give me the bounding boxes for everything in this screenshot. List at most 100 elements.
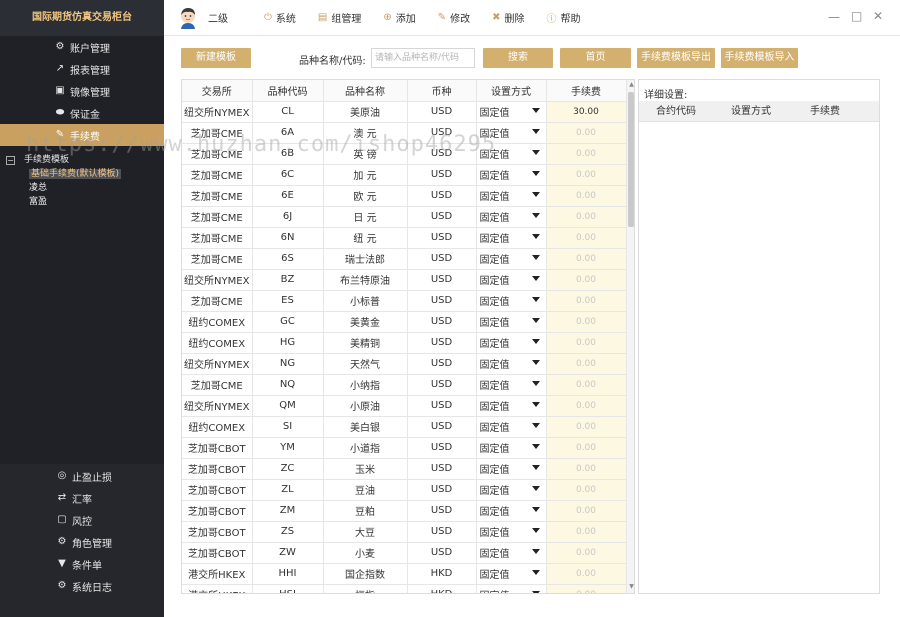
mode-select[interactable]: 固定值: [476, 437, 547, 459]
fee-input[interactable]: 0.00: [546, 542, 627, 564]
minimize-icon[interactable]: —: [828, 10, 840, 24]
fee-input[interactable]: 0.00: [546, 479, 627, 501]
dropdown-arrow-icon[interactable]: [531, 212, 540, 218]
export-template-button[interactable]: 手续费模板导出: [637, 48, 715, 68]
mode-select[interactable]: 固定值: [476, 206, 547, 228]
mode-select[interactable]: 固定值: [476, 143, 547, 165]
mode-select[interactable]: 固定值: [476, 185, 547, 207]
mode-select[interactable]: 固定值: [476, 332, 547, 354]
sidebar-item-margin[interactable]: ⬬ 保证金: [0, 102, 164, 124]
dropdown-arrow-icon[interactable]: [531, 590, 540, 593]
sidebar-item-exchange-rate[interactable]: ⇄ 汇率: [0, 487, 164, 509]
fee-input[interactable]: 0.00: [546, 311, 627, 333]
mode-select[interactable]: 固定值: [476, 101, 547, 123]
mode-select[interactable]: 固定值: [476, 269, 547, 291]
table-row[interactable]: 芝加哥CME 6A 澳 元 USD 固定值 0.00: [182, 122, 627, 144]
dropdown-arrow-icon[interactable]: [531, 149, 540, 155]
table-row[interactable]: 纽约COMEX GC 美黄金 USD 固定值 0.00: [182, 311, 627, 333]
table-row[interactable]: 芝加哥CME 6S 瑞士法郎 USD 固定值 0.00: [182, 248, 627, 270]
fee-input[interactable]: 0.00: [546, 122, 627, 144]
dropdown-arrow-icon[interactable]: [531, 548, 540, 554]
mode-select[interactable]: 固定值: [476, 248, 547, 270]
new-template-button[interactable]: 新建模板: [181, 48, 251, 68]
avatar[interactable]: [178, 7, 198, 29]
fee-input[interactable]: 0.00: [546, 164, 627, 186]
mode-select[interactable]: 固定值: [476, 395, 547, 417]
table-row[interactable]: 芝加哥CME 6B 英 镑 USD 固定值 0.00: [182, 143, 627, 165]
sidebar-item-log[interactable]: ⚙ 系统日志: [0, 575, 164, 597]
import-template-button[interactable]: 手续费模板导入: [721, 48, 798, 68]
dropdown-arrow-icon[interactable]: [531, 170, 540, 176]
scroll-up-icon[interactable]: ▲: [628, 81, 634, 89]
sidebar-item-report[interactable]: ↗ 报表管理: [0, 58, 164, 80]
table-row[interactable]: 芝加哥CBOT ZS 大豆 USD 固定值 0.00: [182, 521, 627, 543]
column-header[interactable]: 手续费: [546, 80, 627, 102]
dropdown-arrow-icon[interactable]: [531, 191, 540, 197]
mode-select[interactable]: 固定值: [476, 227, 547, 249]
collapse-icon[interactable]: −: [6, 155, 15, 165]
tree-item-template[interactable]: 凌总: [0, 181, 164, 195]
fee-input[interactable]: 0.00: [546, 374, 627, 396]
mode-select[interactable]: 固定值: [476, 311, 547, 333]
fee-input[interactable]: 30.00: [546, 101, 627, 123]
dropdown-arrow-icon[interactable]: [531, 254, 540, 260]
fee-input[interactable]: 0.00: [546, 458, 627, 480]
table-scrollbar[interactable]: ▲ ▼: [626, 80, 634, 593]
table-row[interactable]: 芝加哥CME 6J 日 元 USD 固定值 0.00: [182, 206, 627, 228]
column-header[interactable]: 交易所: [182, 80, 253, 102]
mode-select[interactable]: 固定值: [476, 500, 547, 522]
sidebar-item-mirror[interactable]: ▣ 镜像管理: [0, 80, 164, 102]
scroll-thumb[interactable]: [628, 92, 634, 227]
search-button[interactable]: 搜索: [483, 48, 553, 68]
dropdown-arrow-icon[interactable]: [531, 296, 540, 302]
fee-input[interactable]: 0.00: [546, 332, 627, 354]
fee-input[interactable]: 0.00: [546, 584, 627, 593]
column-header[interactable]: 品种名称: [323, 80, 408, 102]
table-row[interactable]: 芝加哥CBOT ZW 小麦 USD 固定值 0.00: [182, 542, 627, 564]
topnav-help[interactable]: ⓘ 帮助: [547, 10, 581, 25]
column-header[interactable]: 币种: [407, 80, 477, 102]
table-row[interactable]: 港交所HKEXHSI恒指HKD固定值 0.00: [182, 584, 627, 593]
mode-select[interactable]: 固定值: [476, 542, 547, 564]
tree-item-template[interactable]: 基础手续费(默认模板): [0, 167, 164, 181]
fee-input[interactable]: 0.00: [546, 290, 627, 312]
fee-input[interactable]: 0.00: [546, 395, 627, 417]
fee-input[interactable]: 0.00: [546, 227, 627, 249]
table-row[interactable]: 芝加哥CME 6E 欧 元 USD 固定值 0.00: [182, 185, 627, 207]
sidebar-item-stop[interactable]: ◎ 止盈止损: [0, 465, 164, 487]
dropdown-arrow-icon[interactable]: [531, 380, 540, 386]
table-row[interactable]: 芝加哥CBOT ZC 玉米 USD 固定值 0.00: [182, 458, 627, 480]
dropdown-arrow-icon[interactable]: [531, 317, 540, 323]
dropdown-arrow-icon[interactable]: [531, 443, 540, 449]
dropdown-arrow-icon[interactable]: [531, 569, 540, 575]
column-header[interactable]: 品种代码: [252, 80, 324, 102]
fee-input[interactable]: 0.00: [546, 500, 627, 522]
table-row[interactable]: 芝加哥CBOT ZL 豆油 USD 固定值 0.00: [182, 479, 627, 501]
mode-select[interactable]: 固定值: [476, 164, 547, 186]
search-input[interactable]: [371, 48, 475, 68]
fee-input[interactable]: 0.00: [546, 206, 627, 228]
sidebar-item-filter[interactable]: ▼ 条件单: [0, 553, 164, 575]
table-row[interactable]: 芝加哥CME NQ 小纳指 USD 固定值 0.00: [182, 374, 627, 396]
dropdown-arrow-icon[interactable]: [531, 107, 540, 113]
column-header[interactable]: 设置方式: [476, 80, 547, 102]
fee-input[interactable]: 0.00: [546, 269, 627, 291]
dropdown-arrow-icon[interactable]: [531, 422, 540, 428]
table-row[interactable]: 纽约COMEX SI 美白银 USD 固定值 0.00: [182, 416, 627, 438]
dropdown-arrow-icon[interactable]: [531, 128, 540, 134]
table-row[interactable]: 芝加哥CBOT ZM 豆粕 USD 固定值 0.00: [182, 500, 627, 522]
topnav-edit[interactable]: ✎ 修改: [438, 10, 470, 25]
table-row[interactable]: 港交所HKEX HHI 国企指数 HKD 固定值 0.00: [182, 563, 627, 585]
topnav-system[interactable]: ⏻ 系统: [264, 10, 296, 25]
table-row[interactable]: 纽交所NYMEX BZ 布兰特原油 USD 固定值 0.00: [182, 269, 627, 291]
table-row[interactable]: 芝加哥CBOT YM 小道指 USD 固定值 0.00: [182, 437, 627, 459]
maximize-icon[interactable]: □: [851, 9, 862, 23]
sidebar-item-risk[interactable]: ▢ 风控: [0, 509, 164, 531]
fee-input[interactable]: 0.00: [546, 563, 627, 585]
mode-select[interactable]: 固定值: [476, 122, 547, 144]
fee-input[interactable]: 0.00: [546, 353, 627, 375]
fee-input[interactable]: 0.00: [546, 437, 627, 459]
dropdown-arrow-icon[interactable]: [531, 359, 540, 365]
dropdown-arrow-icon[interactable]: [531, 275, 540, 281]
close-icon[interactable]: ✕: [873, 9, 883, 23]
